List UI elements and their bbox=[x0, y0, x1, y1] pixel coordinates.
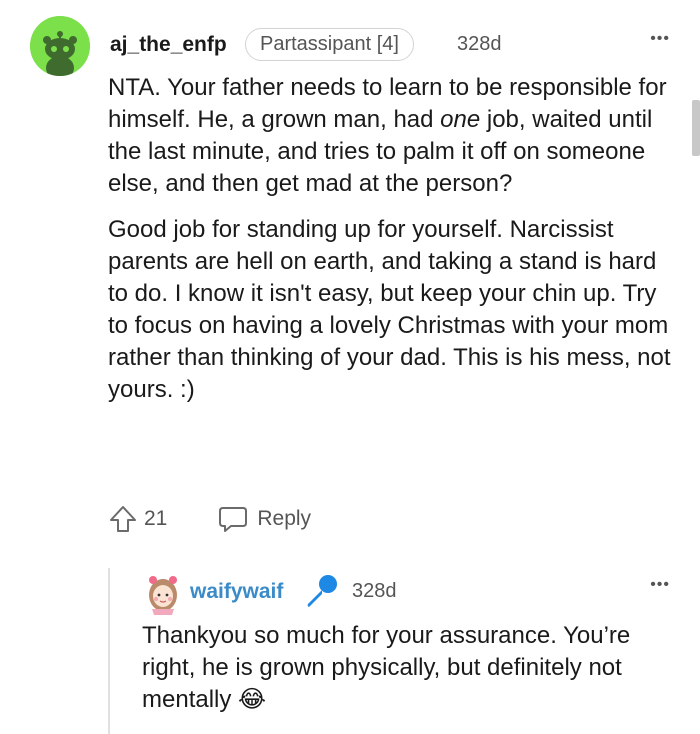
user-avatar[interactable] bbox=[30, 16, 90, 76]
more-options-icon[interactable]: ••• bbox=[650, 576, 670, 594]
upvote-arrow-icon bbox=[110, 506, 136, 532]
girl-avatar-icon bbox=[149, 576, 177, 615]
reply-button[interactable]: Reply bbox=[217, 504, 311, 534]
thread-line[interactable] bbox=[108, 568, 110, 734]
upvote-count: 21 bbox=[144, 507, 168, 530]
reply-username[interactable]: waifywaif bbox=[190, 580, 283, 604]
reply-avatar[interactable] bbox=[144, 571, 182, 615]
reply-age: 328d bbox=[352, 580, 397, 602]
reddit-snoo-avatar-icon bbox=[30, 16, 90, 76]
reply-label: Reply bbox=[257, 507, 312, 530]
comment-body: NTA. Your father needs to learn to be re… bbox=[108, 72, 678, 420]
tears-of-joy-emoji: 😂 bbox=[238, 686, 267, 713]
user-flair: Partassipant [4] bbox=[245, 28, 414, 61]
reply-body: Thankyou so much for your assurance. You… bbox=[142, 622, 631, 713]
emphasis-text: one bbox=[440, 106, 481, 133]
more-options-icon[interactable]: ••• bbox=[650, 30, 670, 48]
scrollbar[interactable] bbox=[692, 100, 700, 156]
reply-bubble-icon bbox=[219, 507, 248, 532]
comment-age: 328d bbox=[457, 33, 502, 55]
microphone-icon bbox=[302, 572, 340, 610]
comment-paragraph-1: NTA. Your father needs to learn to be re… bbox=[108, 74, 667, 197]
comment-actions: 21 Reply bbox=[108, 502, 311, 536]
comment-paragraph-2: Good job for standing up for yourself. N… bbox=[108, 216, 671, 403]
comment-username[interactable]: aj_the_enfp bbox=[110, 33, 227, 57]
upvote-button[interactable]: 21 bbox=[108, 504, 167, 534]
